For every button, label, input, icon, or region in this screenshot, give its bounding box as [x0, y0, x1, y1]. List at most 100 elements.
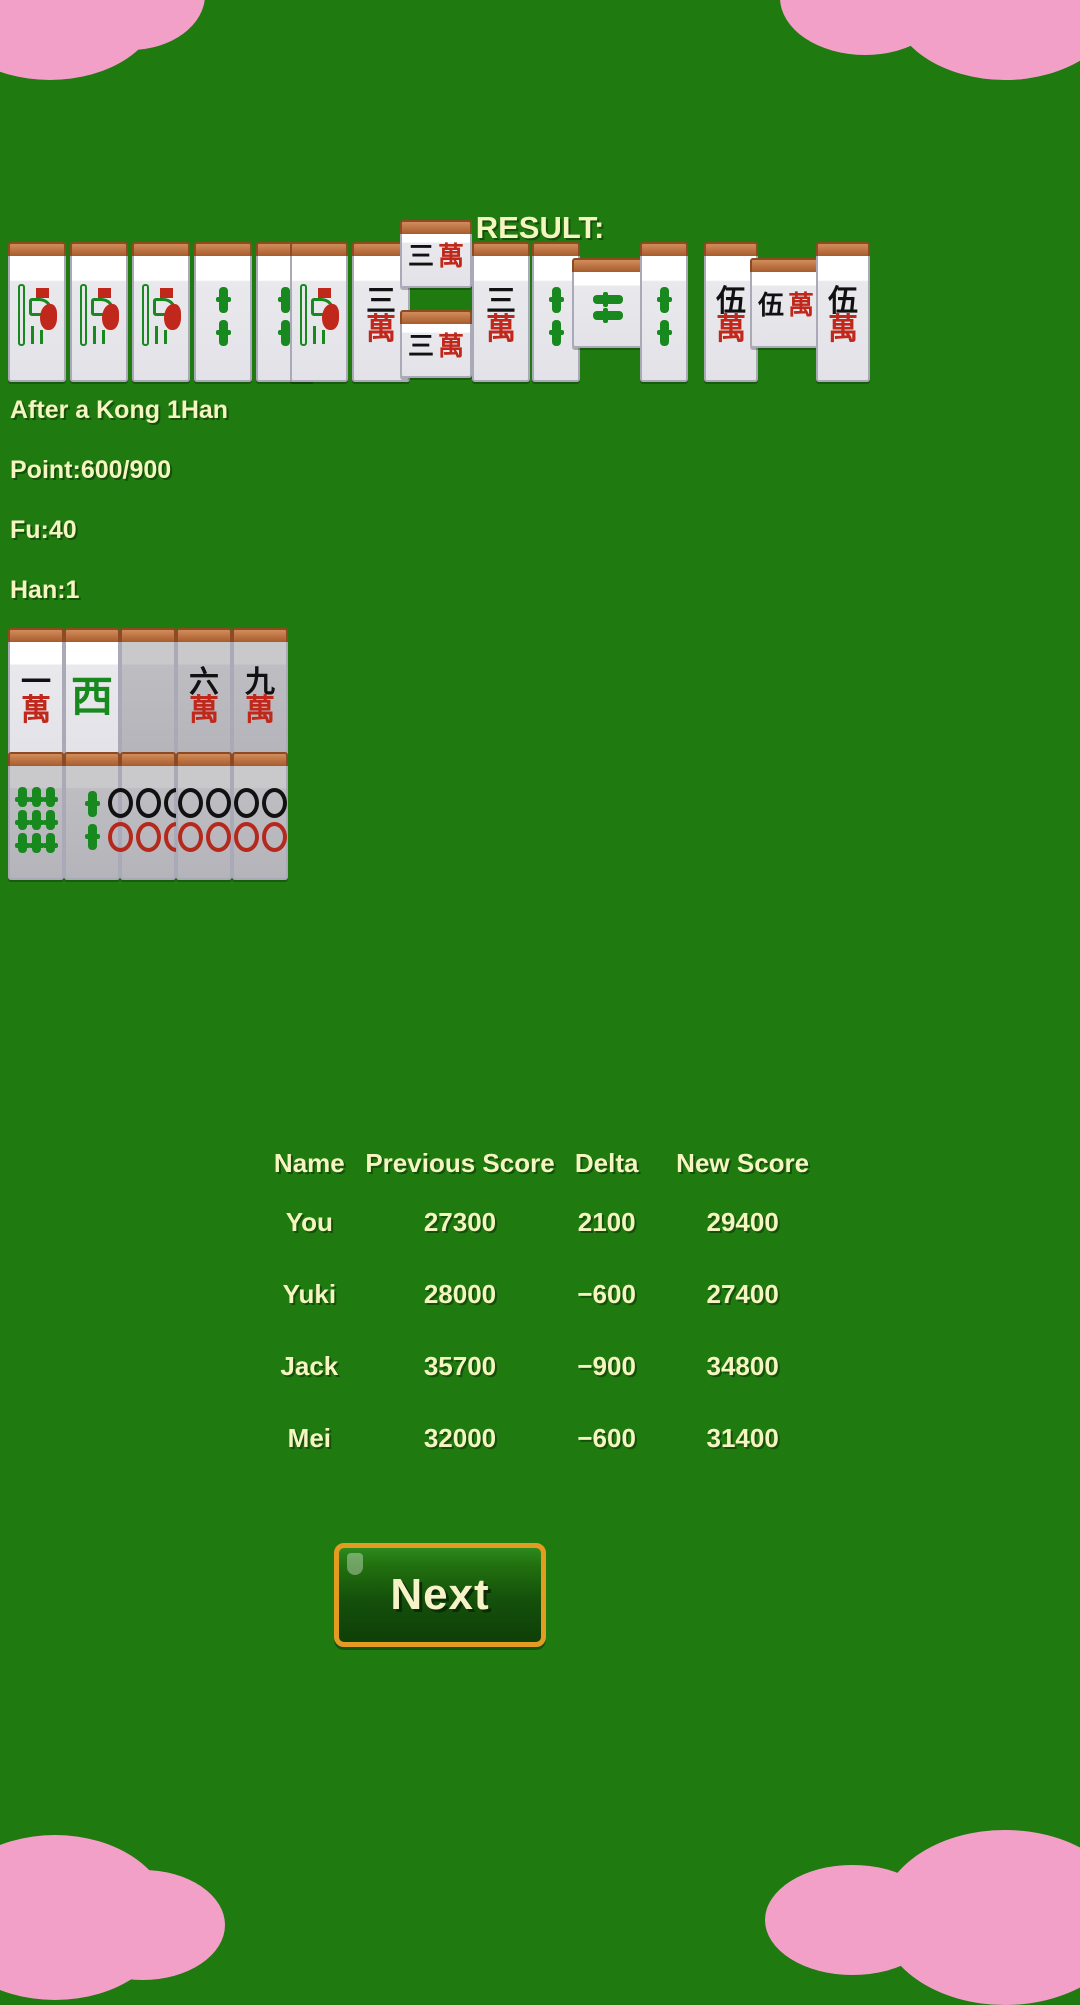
bamboo-sticks-icon: [14, 787, 58, 853]
hand-tile[interactable]: [194, 242, 252, 382]
tile-face-blank: [122, 638, 174, 756]
column-header-delta: Delta: [574, 1147, 639, 1178]
meld-tile-2-bamboo[interactable]: [640, 242, 688, 382]
tile-face-4-circles: [177, 762, 231, 878]
previous-score: 32000: [423, 1422, 497, 1453]
tile-face-2-bamboo: [196, 252, 250, 380]
tile-face-1-bamboo: [72, 252, 126, 380]
discard-tile[interactable]: [232, 752, 288, 880]
han-label: Han:1: [10, 576, 80, 604]
discard-tile[interactable]: 六 萬: [176, 628, 232, 758]
point-label: Point:600/900: [10, 456, 172, 484]
tile-face-5-character: 伍 萬: [752, 268, 820, 346]
tile-face-1-bamboo: [10, 252, 64, 380]
bamboo-sticks-icon: [593, 291, 623, 323]
bamboo-sticks-icon: [548, 286, 564, 346]
table-row: Yuki 28000 −600 27400: [253, 1258, 826, 1330]
tile-face-west-wind: 西: [66, 638, 118, 756]
tile-suit-glyph: 萬: [486, 312, 516, 347]
bamboo-bird-icon: [14, 284, 60, 348]
column-header-name: Name: [273, 1147, 345, 1178]
tile-face-1-character: 一 萬: [10, 638, 62, 756]
tile-suit-glyph: 萬: [366, 312, 396, 347]
new-score: 27400: [706, 1278, 779, 1309]
tile-wind-glyph: 西: [70, 671, 113, 721]
discard-tile[interactable]: 九 萬: [232, 628, 288, 758]
table-row: Jack 35700 −900 34800: [253, 1330, 826, 1402]
discard-tile[interactable]: [107, 752, 189, 880]
score-table-header-row: Name Previous Score Delta New Score: [253, 1140, 826, 1186]
tile-suit-glyph: 萬: [438, 332, 465, 363]
delta-score: −900: [577, 1350, 636, 1381]
discard-tile[interactable]: 一 萬: [8, 628, 64, 758]
yaku-label: After a Kong 1Han: [10, 396, 229, 424]
corner-decoration-bottom-right-2: [765, 1865, 940, 1975]
player-name: Mei: [287, 1422, 332, 1453]
tile-face-6-circles: [107, 762, 189, 878]
tile-suit-glyph: 萬: [21, 693, 51, 728]
column-header-new: New Score: [676, 1147, 810, 1178]
hand-tile-winning[interactable]: [290, 242, 348, 382]
hand-tile[interactable]: [70, 242, 128, 382]
button-gloss-highlight: [347, 1553, 363, 1575]
tile-suit-glyph: 萬: [828, 312, 858, 347]
bamboo-sticks-icon: [656, 286, 672, 346]
discard-tile[interactable]: [8, 752, 64, 880]
bamboo-sticks-icon: [84, 790, 100, 850]
delta-score: −600: [577, 1278, 636, 1309]
column-header-previous: Previous Score: [365, 1147, 555, 1178]
discard-tile[interactable]: [176, 752, 232, 880]
tile-number-glyph: 三: [407, 332, 434, 363]
circles-icon: [233, 788, 287, 852]
player-name: You: [285, 1206, 333, 1237]
bamboo-bird-icon: [76, 284, 122, 348]
player-name: Jack: [280, 1350, 339, 1381]
score-table: Name Previous Score Delta New Score You …: [253, 1140, 826, 1474]
bamboo-sticks-icon: [215, 286, 231, 346]
previous-score: 27300: [423, 1206, 497, 1237]
meld-tile-2-bamboo-rotated[interactable]: [572, 258, 644, 348]
tile-face-1-bamboo: [292, 252, 346, 380]
tile-face-5-character: 伍 萬: [706, 252, 756, 380]
tile-face-4-circles: [233, 762, 287, 878]
tile-face-3-character: 三 萬: [474, 252, 528, 380]
bamboo-sticks-icon: [277, 286, 293, 346]
tile-face-3-character: 三 萬: [402, 320, 470, 376]
tile-suit-glyph: 萬: [245, 693, 275, 728]
discard-tile[interactable]: [120, 628, 176, 758]
tile-face-5-character: 伍 萬: [818, 252, 868, 380]
previous-score: 35700: [423, 1350, 497, 1381]
delta-score: 2100: [577, 1206, 636, 1237]
new-score: 31400: [706, 1422, 779, 1453]
discard-tile[interactable]: 西: [64, 628, 120, 758]
new-score: 29400: [706, 1206, 779, 1237]
tile-number-glyph: 伍: [757, 291, 784, 322]
tile-number-glyph: 三: [407, 242, 434, 273]
tile-face-1-bamboo: [134, 252, 188, 380]
result-title: RESULT:: [475, 210, 605, 245]
hand-tile[interactable]: [8, 242, 66, 382]
bamboo-bird-icon: [296, 284, 342, 348]
delta-score: −600: [577, 1422, 636, 1453]
meld-tile-3-character-rotated[interactable]: 三 萬: [400, 310, 472, 378]
meld-tile-5-character[interactable]: 伍 萬: [816, 242, 870, 382]
meld-tile-5-character-rotated[interactable]: 伍 萬: [750, 258, 822, 348]
previous-score: 28000: [423, 1278, 497, 1309]
new-score: 34800: [706, 1350, 779, 1381]
tile-suit-glyph: 萬: [438, 242, 465, 273]
bamboo-bird-icon: [138, 284, 184, 348]
tile-suit-glyph: 萬: [716, 312, 746, 347]
table-row: Mei 32000 −600 31400: [253, 1402, 826, 1474]
next-button[interactable]: Next: [334, 1543, 546, 1647]
tile-face-9-character: 九 萬: [234, 638, 286, 756]
tile-suit-glyph: 萬: [189, 693, 219, 728]
meld-tile-3-character[interactable]: 三 萬: [472, 242, 530, 382]
tile-face-6-character: 六 萬: [178, 638, 230, 756]
fu-label: Fu:40: [10, 516, 77, 544]
player-name: Yuki: [282, 1278, 337, 1309]
tile-face-9-bamboo: [10, 762, 62, 878]
table-row: You 27300 2100 29400: [253, 1186, 826, 1258]
corner-decoration-bottom-left-2: [60, 1870, 225, 1980]
tile-face-2-bamboo: [574, 268, 642, 346]
hand-tile[interactable]: [132, 242, 190, 382]
